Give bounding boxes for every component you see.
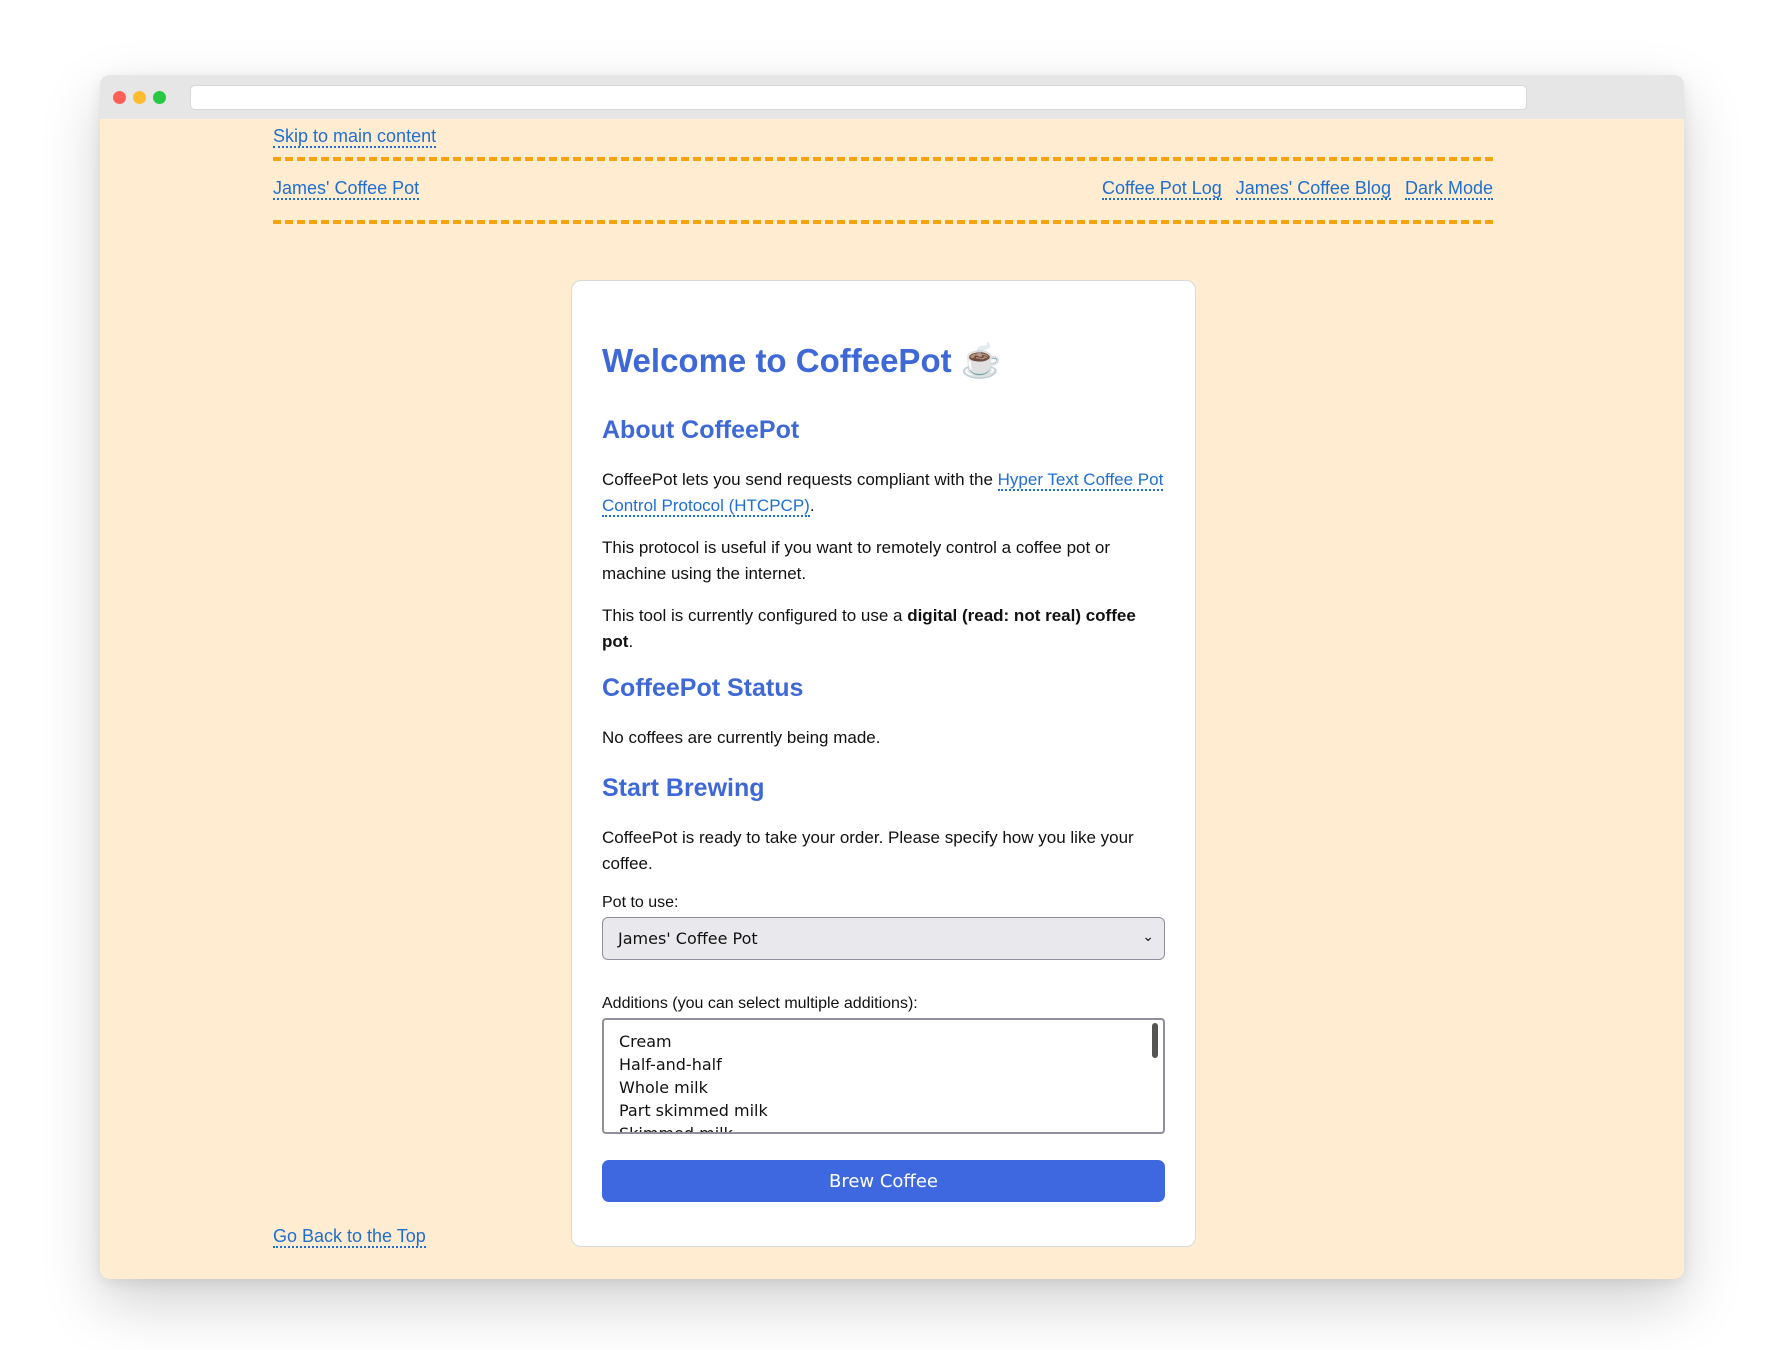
status-heading: CoffeePot Status [602, 674, 804, 702]
about-heading: About CoffeePot [602, 416, 800, 444]
address-bar[interactable] [190, 85, 1527, 110]
brew-coffee-button[interactable]: Brew Coffee [602, 1160, 1165, 1202]
additions-label: Additions (you can select multiple addit… [602, 995, 918, 1012]
addition-option[interactable]: Part skimmed milk [619, 1099, 1148, 1122]
page: Skip to main content James' Coffee Pot C… [100, 119, 1684, 1279]
pot-select[interactable]: James' Coffee Pot ⌄ [602, 917, 1165, 960]
nav-link-coffee-blog[interactable]: James' Coffee Blog [1235, 178, 1391, 200]
chevron-down-icon: ⌄ [1142, 929, 1154, 945]
close-window-icon[interactable] [113, 91, 126, 104]
browser-chrome [100, 75, 1684, 119]
listbox-scrollbar[interactable] [1152, 1023, 1158, 1058]
about-paragraph-2: This protocol is useful if you want to r… [602, 538, 1111, 583]
page-title: Welcome to CoffeePot ☕ [602, 342, 1002, 379]
main-card: Welcome to CoffeePot ☕ About CoffeePot C… [571, 280, 1196, 1247]
nav-home-link[interactable]: James' Coffee Pot [273, 178, 420, 200]
status-text: No coffees are currently being made. [602, 728, 881, 747]
brew-intro: CoffeePot is ready to take your order. P… [602, 828, 1134, 873]
maximize-window-icon[interactable] [153, 91, 166, 104]
addition-option[interactable]: Half-and-half [619, 1053, 1148, 1076]
nav-link-coffee-pot-log[interactable]: Coffee Pot Log [1102, 178, 1222, 200]
about-paragraph-1: CoffeePot lets you send requests complia… [602, 470, 1164, 517]
nav-link-dark-mode[interactable]: Dark Mode [1404, 178, 1493, 200]
skip-to-content-link[interactable]: Skip to main content [273, 126, 437, 148]
additions-listbox[interactable]: Cream Half-and-half Whole milk Part skim… [602, 1018, 1165, 1134]
back-to-top-link[interactable]: Go Back to the Top [273, 1226, 426, 1248]
pot-select-value: James' Coffee Pot [618, 929, 758, 948]
minimize-window-icon[interactable] [133, 91, 146, 104]
site-nav: James' Coffee Pot Coffee Pot Log James' … [273, 157, 1493, 224]
pot-label: Pot to use: [602, 894, 679, 911]
addition-option[interactable]: Whole milk [619, 1076, 1148, 1099]
browser-window: Skip to main content James' Coffee Pot C… [100, 75, 1684, 1279]
about-paragraph-3: This tool is currently configured to use… [602, 606, 1136, 651]
addition-option[interactable]: Skimmed milk [619, 1122, 1148, 1132]
brew-heading: Start Brewing [602, 774, 765, 802]
nav-links: Coffee Pot Log James' Coffee Blog Dark M… [1102, 178, 1493, 200]
addition-option[interactable]: Cream [619, 1030, 1148, 1053]
